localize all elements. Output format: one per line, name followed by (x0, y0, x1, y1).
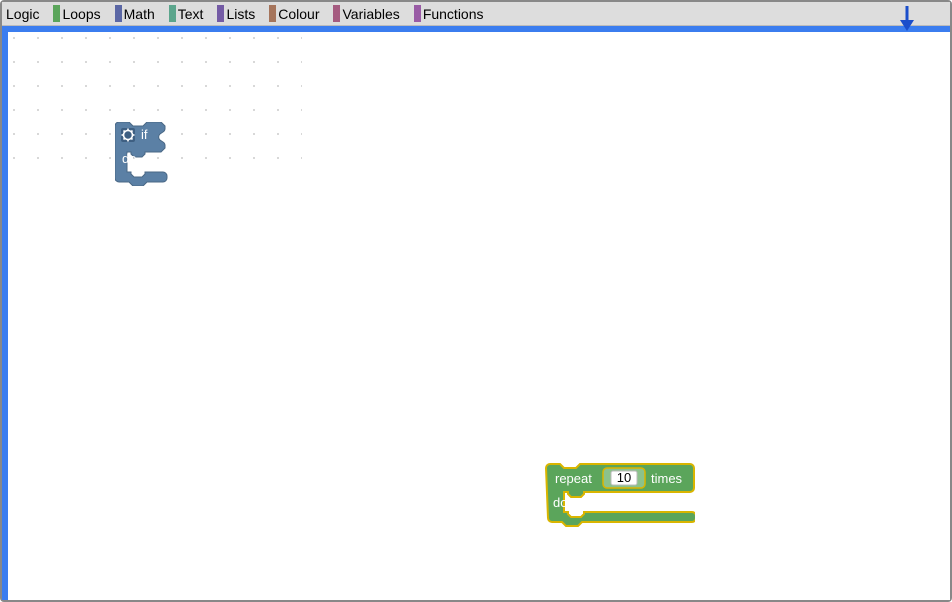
blockly-toolbar: Logic Loops Math Text Lists Colour Varia… (2, 2, 950, 26)
toolbox-swatch (53, 5, 60, 22)
toolbox-label: Variables (342, 6, 399, 22)
gear-icon[interactable] (121, 128, 135, 142)
toolbox-label: Text (178, 6, 204, 22)
toolbox-swatch (217, 5, 224, 22)
if-block[interactable]: if do (115, 122, 181, 186)
toolbox-swatch (333, 5, 340, 22)
blockly-workspace[interactable]: if do repeat 10 times do (2, 26, 950, 600)
workspace-container: if do repeat 10 times do (2, 26, 950, 600)
toolbox-swatch (115, 5, 122, 22)
toolbox-label: Loops (62, 6, 100, 22)
toolbox-label: Colour (278, 6, 319, 22)
toolbox-category-lists[interactable]: Lists (217, 5, 255, 22)
repeat-label: repeat (555, 471, 592, 486)
toolbox-category-loops[interactable]: Loops (53, 5, 100, 22)
toolbox-category-functions[interactable]: Functions (414, 5, 484, 22)
toolbox-category-text[interactable]: Text (169, 5, 204, 22)
toolbox-swatch (414, 5, 421, 22)
toolbox-label: Lists (226, 6, 255, 22)
toolbox-label: Functions (423, 6, 484, 22)
toolbox-swatch (269, 5, 276, 22)
selection-frame-top (2, 26, 950, 32)
repeat-count-input[interactable]: 10 (603, 468, 645, 488)
toolbox-label: Math (124, 6, 155, 22)
if-label: if (141, 127, 148, 142)
toolbox-category-math[interactable]: Math (115, 5, 155, 22)
toolbox-category-variables[interactable]: Variables (333, 5, 399, 22)
do-label: do (553, 495, 567, 510)
toolbox-category-colour[interactable]: Colour (269, 5, 319, 22)
do-label: do (122, 151, 136, 166)
times-label: times (651, 471, 683, 486)
repeat-block[interactable]: repeat 10 times do (545, 463, 695, 529)
selection-frame-left (2, 26, 8, 600)
repeat-count-value: 10 (617, 470, 631, 485)
toolbox-swatch (169, 5, 176, 22)
toolbox-label: Logic (6, 6, 39, 22)
toolbox-category-logic[interactable]: Logic (6, 6, 39, 22)
